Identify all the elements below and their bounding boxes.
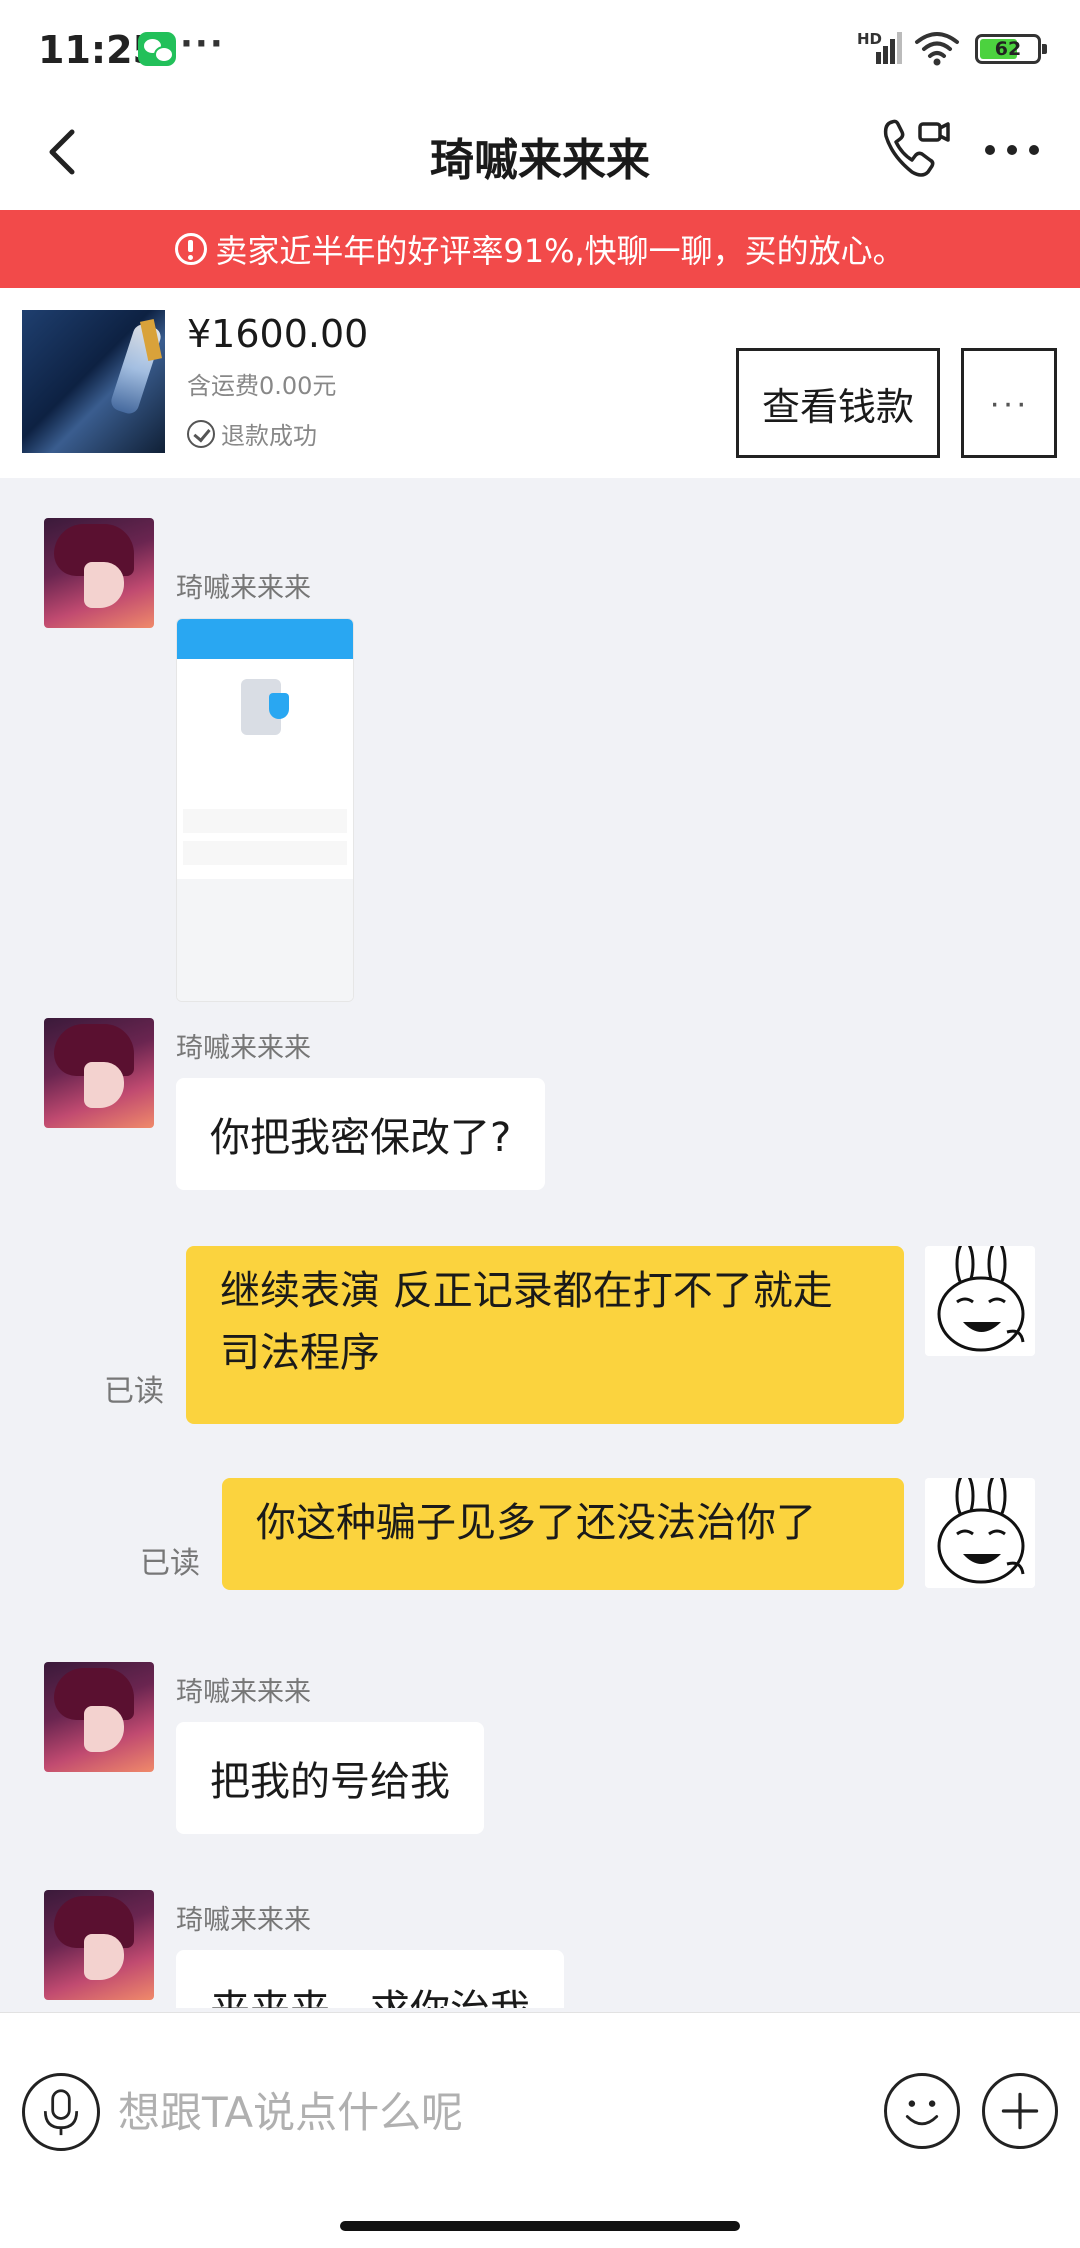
product-card: ¥1600.00 含运费0.00元 退款成功 查看钱款 ··· xyxy=(0,288,1080,478)
home-indicator[interactable] xyxy=(340,2221,740,2231)
image-body xyxy=(177,659,353,807)
image-message[interactable] xyxy=(176,618,354,1002)
message-row: 琦嘁来来来 把我的号给我 xyxy=(0,1662,1080,1842)
warning-icon xyxy=(175,233,208,265)
avatar[interactable] xyxy=(44,1018,154,1128)
call-button[interactable] xyxy=(878,112,950,184)
network-type-label: HD xyxy=(857,30,883,48)
product-thumbnail[interactable] xyxy=(22,310,165,453)
view-money-button[interactable]: 查看钱款 xyxy=(736,348,940,458)
sender-name: 琦嘁来来来 xyxy=(176,1677,311,1708)
message-row: 琦嘁来来来 来来来，求你治我 xyxy=(0,1890,1080,2008)
message-input[interactable] xyxy=(118,2073,858,2151)
message-list[interactable]: 琦嘁来来来 琦嘁来来来 你把我密保改了? 已读 继续表演 反正记录都在打不了就走… xyxy=(0,478,1080,2008)
emoji-button[interactable] xyxy=(884,2073,960,2149)
message-bubble[interactable]: 来来来，求你治我 xyxy=(176,1950,564,2008)
sender-name: 琦嘁来来来 xyxy=(176,573,311,604)
more-notifications-indicator: ··· xyxy=(180,24,225,64)
read-receipt: 已读 xyxy=(104,1374,164,1409)
plus-button[interactable] xyxy=(982,2073,1058,2149)
avatar[interactable] xyxy=(44,1662,154,1772)
avatar[interactable] xyxy=(44,518,154,628)
more-options-button[interactable] xyxy=(980,122,1044,178)
avatar[interactable] xyxy=(44,1890,154,2000)
back-button[interactable] xyxy=(34,122,94,182)
message-bubble[interactable]: 你把我密保改了? xyxy=(176,1078,546,1190)
seller-rating-banner: 卖家近半年的好评率91%,快聊一聊，买的放心。 xyxy=(0,210,1080,288)
chat-title: 琦嘁来来来 xyxy=(430,135,650,186)
shield-icon xyxy=(269,693,289,719)
message-row: 已读 继续表演 反正记录都在打不了就走司法程序 xyxy=(0,1246,1080,1426)
card-more-button[interactable]: ··· xyxy=(961,348,1057,458)
message-row: 琦嘁来来来 你把我密保改了? xyxy=(0,1018,1080,1208)
read-receipt: 已读 xyxy=(140,1546,200,1581)
wifi-icon xyxy=(915,32,959,66)
product-shipping: 含运费0.00元 xyxy=(187,372,337,400)
check-circle-icon xyxy=(187,419,215,448)
refund-status: 退款成功 xyxy=(187,416,317,451)
input-bar xyxy=(0,2012,1080,2248)
message-bubble[interactable]: 把我的号给我 xyxy=(176,1722,484,1834)
sender-name: 琦嘁来来来 xyxy=(176,1033,311,1064)
message-bubble[interactable]: 继续表演 反正记录都在打不了就走司法程序 xyxy=(186,1246,904,1424)
battery-percent: 62 xyxy=(994,38,1022,60)
product-price: ¥1600.00 xyxy=(187,312,369,356)
message-row: 已读 你这种骗子见多了还没法治你了 xyxy=(0,1478,1080,1598)
voice-input-button[interactable] xyxy=(22,2073,100,2151)
status-bar: 11:25 ··· HD 62 xyxy=(0,0,1080,100)
message-row: 琦嘁来来来 xyxy=(0,518,1080,1018)
wechat-notification-icon xyxy=(138,32,176,66)
chat-header: 琦嘁来来来 xyxy=(0,100,1080,210)
refund-status-label: 退款成功 xyxy=(221,422,317,450)
seller-rating-text: 卖家近半年的好评率91%,快聊一聊，买的放心。 xyxy=(215,232,905,270)
battery-icon: 62 xyxy=(975,34,1047,64)
image-header xyxy=(177,619,353,659)
sender-name: 琦嘁来来来 xyxy=(176,1905,311,1936)
avatar[interactable] xyxy=(925,1478,1035,1588)
avatar[interactable] xyxy=(925,1246,1035,1356)
message-bubble[interactable]: 你这种骗子见多了还没法治你了 xyxy=(222,1478,904,1590)
